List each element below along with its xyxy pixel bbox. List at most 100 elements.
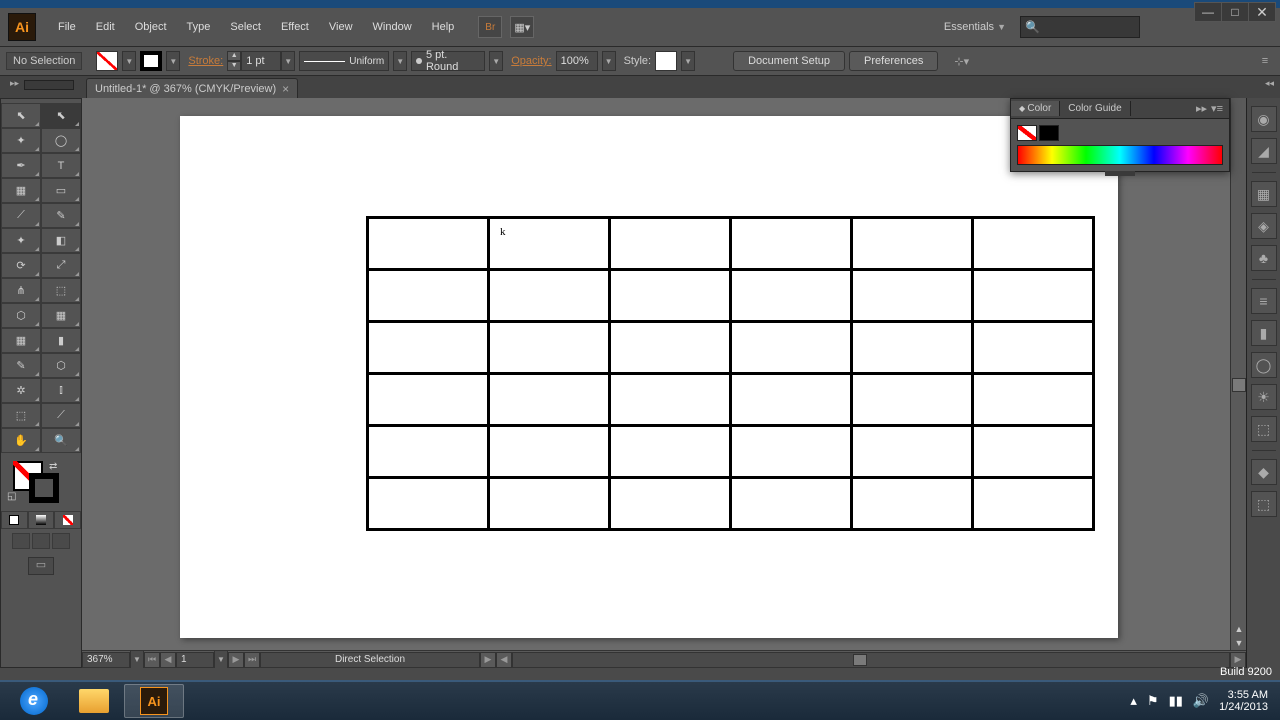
stroke-swatch[interactable] xyxy=(140,51,162,71)
color-spectrum[interactable] xyxy=(1017,145,1223,165)
document-tab[interactable]: Untitled-1* @ 367% (CMYK/Preview) × xyxy=(86,78,298,98)
menu-type[interactable]: Type xyxy=(177,17,221,37)
menu-select[interactable]: Select xyxy=(220,17,271,37)
type-tool[interactable]: T xyxy=(41,153,81,178)
preferences-button[interactable]: Preferences xyxy=(849,51,938,71)
next-artboard-button[interactable]: ▶ xyxy=(228,652,244,668)
taskbar-illustrator[interactable]: Ai xyxy=(124,684,184,718)
screen-mode-full[interactable] xyxy=(32,533,50,549)
opacity-input[interactable]: 100% xyxy=(556,51,598,71)
graphic-style-swatch[interactable] xyxy=(655,51,677,71)
dock-button-6[interactable]: ▮ xyxy=(1251,320,1277,346)
dock-button-8[interactable]: ☀ xyxy=(1251,384,1277,410)
free-transform-tool[interactable]: ⬚ xyxy=(41,278,81,303)
eyedropper-tool[interactable]: ✎ xyxy=(1,353,41,378)
pen-tool[interactable]: ✒ xyxy=(1,153,41,178)
maximize-button[interactable]: □ xyxy=(1221,2,1249,22)
slice-tool[interactable]: ⟋ xyxy=(41,403,81,428)
prev-artboard-button[interactable]: ◀ xyxy=(160,652,176,668)
paintbrush-tool[interactable]: ⟋ xyxy=(1,203,41,228)
stroke-weight-down[interactable]: ▼ xyxy=(227,61,241,71)
dock-button-5[interactable]: ≡ xyxy=(1251,288,1277,314)
close-button[interactable]: ✕ xyxy=(1248,2,1276,22)
dock-button-1[interactable]: ◢ xyxy=(1251,138,1277,164)
blend-tool[interactable]: ⬡ xyxy=(41,353,81,378)
opacity-dropdown[interactable]: ▼ xyxy=(602,51,616,71)
mesh-tool[interactable]: ▦ xyxy=(1,328,41,353)
screen-mode-normal[interactable] xyxy=(12,533,30,549)
pencil-tool[interactable]: ✎ xyxy=(41,203,81,228)
variable-width-profile[interactable]: Uniform xyxy=(299,51,389,71)
color-panel[interactable]: Color Color Guide ▸▸ ▾≡ xyxy=(1010,98,1230,172)
minimize-button[interactable]: — xyxy=(1194,2,1222,22)
fill-stroke-control[interactable]: ⇄ ◱ xyxy=(1,459,81,509)
brush-dropdown[interactable]: ▼ xyxy=(489,51,503,71)
default-fill-stroke-icon[interactable]: ◱ xyxy=(7,491,16,502)
menu-file[interactable]: File xyxy=(48,17,86,37)
artboard-number[interactable]: 1 xyxy=(176,652,214,668)
panel-collapse-icon[interactable]: ▸▸ xyxy=(1196,102,1207,115)
screen-mode-presentation[interactable] xyxy=(52,533,70,549)
close-tab-icon[interactable]: × xyxy=(282,82,289,96)
color-tab[interactable]: Color xyxy=(1011,101,1060,116)
stroke-dropdown[interactable]: ▼ xyxy=(166,51,180,71)
expand-panels-icon[interactable]: ▸▸ xyxy=(10,78,19,89)
horizontal-scroll-thumb[interactable] xyxy=(853,654,867,666)
none-mode-button[interactable] xyxy=(54,511,81,529)
scale-tool[interactable]: ⤢ xyxy=(41,253,81,278)
dock-button-10[interactable]: ◆ xyxy=(1251,459,1277,485)
panel-stroke-swatch[interactable] xyxy=(1039,125,1059,141)
show-hidden-icons[interactable]: ▴ xyxy=(1130,693,1137,709)
fill-dropdown[interactable]: ▼ xyxy=(122,51,136,71)
rectangle-tool[interactable]: ▭ xyxy=(41,178,81,203)
opacity-label[interactable]: Opacity: xyxy=(511,55,551,67)
dock-button-0[interactable]: ◉ xyxy=(1251,106,1277,132)
stroke-weight-up[interactable]: ▲ xyxy=(227,51,241,61)
align-to-icon[interactable]: ⊹▾ xyxy=(954,55,969,68)
panel-fill-swatch[interactable] xyxy=(1017,125,1037,141)
system-clock[interactable]: 3:55 AM 1/24/2013 xyxy=(1219,689,1268,713)
eraser-tool[interactable]: ◧ xyxy=(41,228,81,253)
direct-selection-tool[interactable]: ⬉ xyxy=(41,103,81,128)
menu-object[interactable]: Object xyxy=(125,17,177,37)
menu-edit[interactable]: Edit xyxy=(86,17,125,37)
vertical-scrollbar[interactable]: ▲ ▼ xyxy=(1230,98,1246,650)
hand-tool[interactable]: ✋ xyxy=(1,428,41,453)
dock-button-3[interactable]: ◈ xyxy=(1251,213,1277,239)
artboard-dropdown[interactable]: ▼ xyxy=(214,650,228,669)
canvas-area[interactable]: k ▲ ▼ 367% ▼ ⏮ ◀ 1 ▼ ▶ ⏭ Direct Selectio… xyxy=(82,98,1246,668)
taskbar-ie[interactable] xyxy=(4,684,64,718)
perspective-grid-tool[interactable]: ▦ xyxy=(41,303,81,328)
hscroll-left-button[interactable]: ◀ xyxy=(496,652,512,668)
panel-resize-gripper[interactable] xyxy=(1105,171,1135,176)
scroll-up-icon[interactable]: ▲ xyxy=(1232,622,1246,636)
volume-icon[interactable]: 🔊 xyxy=(1193,693,1209,709)
column-graph-tool[interactable]: ⫾ xyxy=(41,378,81,403)
vertical-scroll-thumb[interactable] xyxy=(1232,378,1246,392)
action-center-icon[interactable]: ⚑ xyxy=(1147,693,1159,709)
style-dropdown[interactable]: ▼ xyxy=(681,51,695,71)
arrange-documents-icon[interactable]: ▦▾ xyxy=(510,16,534,38)
artboard-tool[interactable]: ⬚ xyxy=(1,403,41,428)
status-flyout-button[interactable]: ▶ xyxy=(480,652,496,668)
scroll-down-icon[interactable]: ▼ xyxy=(1232,636,1246,650)
panel-menu-icon[interactable]: ▾≡ xyxy=(1211,102,1223,115)
brush-definition[interactable]: 5 pt. Round xyxy=(411,51,485,71)
artboard[interactable]: k xyxy=(180,116,1118,638)
bridge-icon[interactable]: Br xyxy=(478,16,502,38)
color-guide-tab[interactable]: Color Guide xyxy=(1060,101,1130,116)
workspace-switcher[interactable]: Essentials ▼ xyxy=(938,19,1012,35)
dock-button-11[interactable]: ⬚ xyxy=(1251,491,1277,517)
first-artboard-button[interactable]: ⏮ xyxy=(144,652,160,668)
dock-button-7[interactable]: ◯ xyxy=(1251,352,1277,378)
menu-window[interactable]: Window xyxy=(363,17,422,37)
gradient-tool[interactable]: ▮ xyxy=(41,328,81,353)
swap-fill-stroke-icon[interactable]: ⇄ xyxy=(49,461,57,472)
horizontal-scrollbar[interactable] xyxy=(512,652,1230,668)
dock-button-9[interactable]: ⬚ xyxy=(1251,416,1277,442)
color-mode-button[interactable] xyxy=(1,511,28,529)
line-segment-tool[interactable]: ▦ xyxy=(1,178,41,203)
collapse-panels-icon[interactable]: ◂◂ xyxy=(1265,78,1274,89)
network-icon[interactable]: ▮▮ xyxy=(1169,693,1183,709)
zoom-dropdown[interactable]: ▼ xyxy=(130,650,144,669)
